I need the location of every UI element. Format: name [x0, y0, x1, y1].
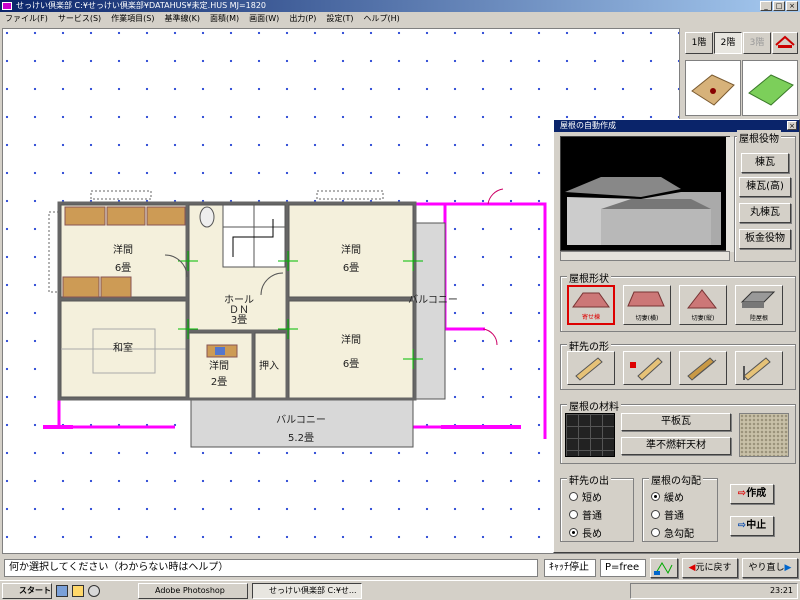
- eaves-depth-long-radio[interactable]: 長め: [569, 525, 602, 540]
- menu-file[interactable]: ファイル(F): [0, 12, 53, 26]
- pitch-normal-radio[interactable]: 普通: [651, 507, 684, 522]
- room-label: 押入: [259, 359, 279, 372]
- soffit-material-swatch[interactable]: [739, 413, 789, 457]
- room-size: 2畳: [211, 376, 227, 388]
- redo-button[interactable]: やり直し▶: [742, 558, 798, 578]
- pen-mode[interactable]: P=free: [600, 559, 646, 577]
- room-label: 洋間: [341, 333, 361, 346]
- roof-shape-group: 屋根形状 寄せ棟 切妻(横) 切妻(縦) 陸屋根: [560, 270, 796, 332]
- status-message: 何か選択してください（わからない時はヘルプ）: [4, 559, 538, 577]
- eaves-depth-group: 軒先の出 短め 普通 長め: [560, 472, 634, 542]
- create-button[interactable]: ⇨作成: [730, 484, 774, 504]
- roof-shape-hip-button[interactable]: 寄せ棟: [567, 285, 615, 325]
- room-western-3[interactable]: [288, 300, 414, 400]
- eaves-depth-short-radio[interactable]: 短め: [569, 489, 602, 504]
- app-icon: [2, 2, 12, 10]
- taskbar-sekkei-club[interactable]: せっけい倶楽部 C:¥せ...: [252, 583, 362, 599]
- roof-pitch-group: 屋根の勾配 緩め 普通 急勾配: [642, 472, 718, 542]
- menu-help[interactable]: ヘルプ(H): [359, 12, 405, 26]
- taskbar: スタート Adobe Photoshop せっけい倶楽部 C:¥せ... 23:…: [0, 580, 800, 600]
- eaves-shape-2-button[interactable]: [623, 351, 671, 385]
- clock: 23:21: [769, 586, 793, 595]
- ridge-tile-high-button[interactable]: 棟瓦(高): [739, 177, 791, 197]
- room-label: 洋間: [341, 243, 361, 256]
- magenta-wall-segment: [43, 425, 73, 429]
- pitch-steep-radio[interactable]: 急勾配: [651, 525, 694, 540]
- tab-floor-1[interactable]: 1階: [685, 32, 713, 54]
- status-bar: 何か選択してください（わからない時はヘルプ） ｷｬｯﾁ停止 P=free ◀元に…: [0, 556, 800, 580]
- roof-shape-flat-button[interactable]: 陸屋根: [735, 285, 783, 325]
- floor-3d-thumbnail-1[interactable]: [685, 60, 741, 116]
- toilet-icon: [199, 206, 215, 228]
- roof-material-swatch[interactable]: [565, 413, 615, 457]
- preview-horizontal-scrollbar[interactable]: [560, 251, 730, 261]
- roof-material-button[interactable]: 平板瓦: [621, 413, 731, 431]
- system-tray: 23:21: [630, 583, 798, 599]
- room-size: 5.2畳: [288, 432, 314, 444]
- snap-status[interactable]: ｷｬｯﾁ停止: [544, 559, 596, 577]
- start-button[interactable]: スタート: [2, 583, 52, 599]
- roof-shape-gable-vertical-button[interactable]: 切妻(縦): [679, 285, 727, 325]
- room-size: 6畳: [343, 358, 359, 370]
- eaves-shape-3-button[interactable]: [679, 351, 727, 385]
- menu-area[interactable]: 面積(M): [205, 12, 244, 26]
- floor-3d-thumbnail-2[interactable]: [742, 60, 798, 116]
- roof-shape-gable-horizontal-button[interactable]: 切妻(横): [623, 285, 671, 325]
- tab-floor-3: 3階: [743, 32, 771, 54]
- ridge-tile-button[interactable]: 棟瓦: [741, 153, 789, 173]
- room-label: バルコニー: [276, 414, 326, 426]
- room-label: 和室: [113, 341, 133, 354]
- room-size: 3畳: [231, 314, 247, 326]
- snap-settings-icon[interactable]: [650, 558, 678, 578]
- media-icon[interactable]: [88, 585, 100, 597]
- roof-trim-group: 屋根役物 棟瓦 棟瓦(高) 丸棟瓦 板金役物: [734, 130, 796, 262]
- eaves-depth-normal-radio[interactable]: 普通: [569, 507, 602, 522]
- chair-icon: [215, 347, 225, 355]
- magenta-wall-segment: [441, 425, 521, 429]
- room-size: 6畳: [343, 262, 359, 274]
- round-ridge-tile-button[interactable]: 丸棟瓦: [739, 203, 791, 223]
- room-label: 洋間: [209, 359, 229, 372]
- cancel-button[interactable]: ⇨中止: [730, 516, 774, 536]
- undo-button[interactable]: ◀元に戻す: [682, 558, 738, 578]
- roof-3d-preview[interactable]: [560, 136, 736, 252]
- close-button[interactable]: ×: [786, 1, 798, 11]
- menu-bar: ファイル(F) サービス(S) 作業項目(S) 基準線(K) 面積(M) 画面(…: [0, 12, 800, 26]
- minimize-button[interactable]: _: [760, 1, 772, 11]
- pitch-gentle-radio[interactable]: 緩め: [651, 489, 684, 504]
- floor-selector: 1階 2階 3階: [683, 28, 800, 120]
- menu-work-items[interactable]: 作業項目(S): [106, 12, 159, 26]
- menu-screen[interactable]: 画面(W): [244, 12, 284, 26]
- roof-material-group: 屋根の材料 平板瓦 準不燃軒天材: [560, 398, 796, 464]
- tab-floor-2[interactable]: 2階: [714, 32, 742, 54]
- balcony-side[interactable]: [414, 222, 446, 400]
- roof-auto-create-panel: 屋根の自動作成 × 屋根役物 棟瓦 棟瓦(高) 丸棟瓦 板金役物 屋根形状 寄せ…: [553, 119, 800, 553]
- sheet-metal-trim-button[interactable]: 板金役物: [739, 229, 791, 249]
- menu-output[interactable]: 出力(P): [284, 12, 321, 26]
- menu-settings[interactable]: 設定(T): [321, 12, 358, 26]
- maximize-button[interactable]: □: [773, 1, 785, 11]
- menu-baseline[interactable]: 基準線(K): [160, 12, 206, 26]
- eaves-shape-4-button[interactable]: [735, 351, 783, 385]
- quick-launch: [56, 585, 100, 597]
- desktop-icon[interactable]: [56, 585, 68, 597]
- window-title: せっけい倶楽部 C:¥せっけい倶楽部¥DATAHUS¥未定.HUS MJ=182…: [16, 1, 267, 10]
- room-label: バルコニー: [408, 294, 458, 306]
- taskbar-photoshop[interactable]: Adobe Photoshop: [138, 583, 248, 599]
- window-titlebar: せっけい倶楽部 C:¥せっけい倶楽部¥DATAHUS¥未定.HUS MJ=182…: [0, 0, 800, 12]
- browser-icon[interactable]: [72, 585, 84, 597]
- roof-tool-icon[interactable]: [772, 32, 798, 54]
- eaves-shape-1-button[interactable]: [567, 351, 615, 385]
- eaves-shape-group: 軒先の形: [560, 338, 796, 390]
- soffit-material-button[interactable]: 準不燃軒天材: [621, 437, 731, 455]
- room-size: 6畳: [115, 262, 131, 274]
- panel-close-button[interactable]: ×: [787, 121, 797, 130]
- menu-service[interactable]: サービス(S): [53, 12, 106, 26]
- room-label: 洋間: [113, 243, 133, 256]
